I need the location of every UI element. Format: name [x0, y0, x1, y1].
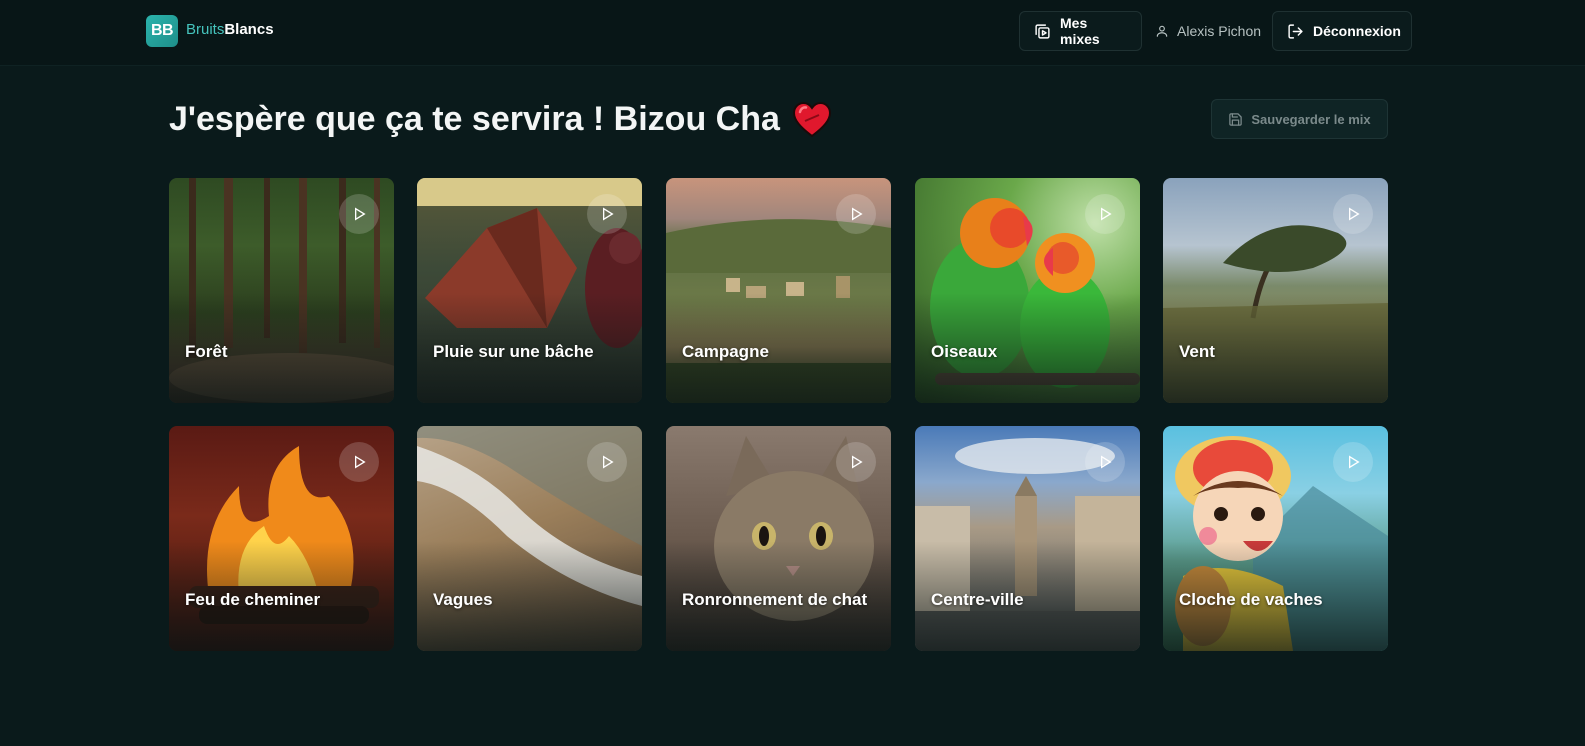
- play-button[interactable]: [1333, 442, 1373, 482]
- save-mix-label: Sauvegarder le mix: [1251, 111, 1371, 127]
- logout-button[interactable]: Déconnexion: [1272, 11, 1412, 51]
- sound-label: Feu de cheminer: [185, 590, 321, 609]
- play-icon: [1101, 207, 1112, 221]
- play-button[interactable]: [1085, 194, 1125, 234]
- play-icon: [1101, 455, 1112, 469]
- play-button[interactable]: [1333, 194, 1373, 234]
- library-icon: [1034, 23, 1051, 40]
- brand-name: BruitsBlancs: [186, 21, 274, 38]
- play-button[interactable]: [836, 194, 876, 234]
- play-icon: [355, 207, 366, 221]
- logout-label: Déconnexion: [1313, 23, 1401, 39]
- brand-logo-link[interactable]: BB BruitsBlancs: [146, 15, 274, 47]
- play-button[interactable]: [587, 194, 627, 234]
- play-icon: [1349, 455, 1360, 469]
- brand-name-part2: Blancs: [224, 20, 274, 38]
- sound-card-cloche[interactable]: Cloche de vaches: [1163, 426, 1388, 651]
- my-mixes-label: Mes mixes: [1060, 15, 1100, 47]
- save-mix-button[interactable]: Sauvegarder le mix: [1211, 99, 1388, 139]
- sound-label: Forêt: [185, 342, 228, 361]
- sound-label: Campagne: [682, 342, 769, 361]
- sound-label: Cloche de vaches: [1179, 590, 1323, 609]
- play-button[interactable]: [1085, 442, 1125, 482]
- play-button[interactable]: [339, 442, 379, 482]
- play-icon: [852, 207, 863, 221]
- sound-card-oiseaux[interactable]: Oiseaux: [915, 178, 1140, 403]
- user-icon: [1155, 24, 1169, 38]
- sound-card-foret[interactable]: Forêt: [169, 178, 394, 403]
- page-title: J'espère que ça te servira ! Bizou Cha: [169, 100, 832, 139]
- sound-card-centre-ville[interactable]: Centre-ville: [915, 426, 1140, 651]
- my-mixes-button[interactable]: Mes mixes: [1019, 11, 1142, 51]
- page-title-text: J'espère que ça te servira ! Bizou Cha: [169, 100, 780, 138]
- brand-name-part1: Bruits: [186, 20, 225, 38]
- sound-card-chat[interactable]: Ronronnement de chat: [666, 426, 891, 651]
- sound-label: Vagues: [433, 590, 493, 609]
- play-icon: [1349, 207, 1360, 221]
- logout-icon: [1287, 23, 1304, 40]
- top-navbar: BB BruitsBlancs Mes mixes Alexis Pichon: [0, 0, 1585, 66]
- brand-logo-icon: BB: [146, 15, 178, 47]
- sound-label: Vent: [1179, 342, 1215, 361]
- play-button[interactable]: [339, 194, 379, 234]
- sound-label: Centre-ville: [931, 590, 1024, 609]
- play-button[interactable]: [836, 442, 876, 482]
- play-icon: [603, 455, 614, 469]
- sound-card-pluie[interactable]: Pluie sur une bâche: [417, 178, 642, 403]
- sound-label: Oiseaux: [931, 342, 998, 361]
- user-name: Alexis Pichon: [1177, 23, 1262, 39]
- sound-label: Pluie sur une bâche: [433, 342, 594, 361]
- play-icon: [852, 455, 863, 469]
- sound-card-vent[interactable]: Vent: [1163, 178, 1388, 403]
- sound-card-campagne[interactable]: Campagne: [666, 178, 891, 403]
- sound-card-vagues[interactable]: Vagues: [417, 426, 642, 651]
- play-icon: [355, 455, 366, 469]
- play-icon: [603, 207, 614, 221]
- sound-card-feu[interactable]: Feu de cheminer: [169, 426, 394, 651]
- user-profile[interactable]: Alexis Pichon: [1155, 11, 1261, 51]
- sound-label: Ronronnement de chat: [682, 590, 868, 609]
- play-button[interactable]: [587, 442, 627, 482]
- heart-icon: [792, 101, 832, 139]
- save-icon: [1228, 112, 1243, 127]
